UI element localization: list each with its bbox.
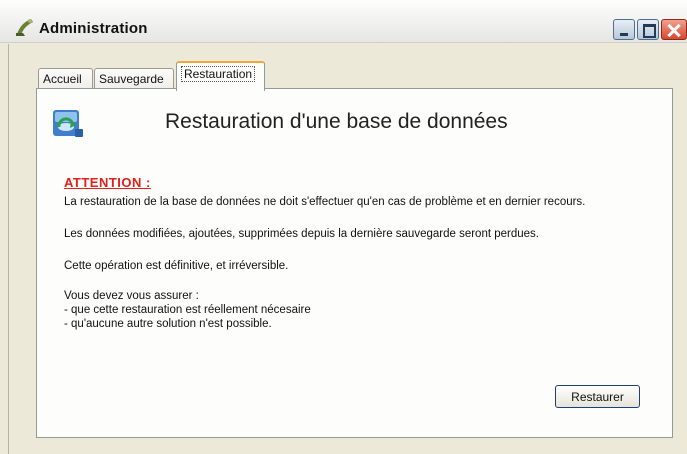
restauration-panel: Restauration d'une base de données ATTEN… [36,88,673,438]
title-bar[interactable]: Administration [0,0,687,43]
tab-restauration[interactable]: Restauration [176,61,265,91]
tab-restauration-label: Restauration [181,66,256,82]
window-left-edge [8,44,9,454]
minimize-icon[interactable] [613,19,635,40]
maximize-icon[interactable] [637,19,659,40]
warning-label: ATTENTION : [64,175,151,190]
warning-text-data-loss: Les données modifiées, ajoutées, supprim… [64,228,539,240]
notice-intro: Vous devez vous assurer : [64,290,199,302]
tab-accueil[interactable]: Accueil [38,68,93,89]
restore-button[interactable]: Restaurer [555,385,640,408]
admin-app-icon [16,19,33,36]
database-restore-icon [53,110,83,137]
tab-sauvegarde[interactable]: Sauvegarde [94,68,174,89]
warning-text-recours: La restauration de la base de données ne… [64,196,586,208]
warning-text-irreversible: Cette opération est définitive, et irrév… [64,260,289,272]
close-icon[interactable] [661,19,687,40]
panel-title: Restauration d'une base de données [165,110,508,133]
condition-item: - qu'aucune autre solution n'est possibl… [64,318,272,330]
administration-window: Administration Accueil Sauvegarde Restau… [0,0,687,454]
window-title: Administration [39,20,148,37]
condition-item: - que cette restauration est réellement … [64,304,311,316]
